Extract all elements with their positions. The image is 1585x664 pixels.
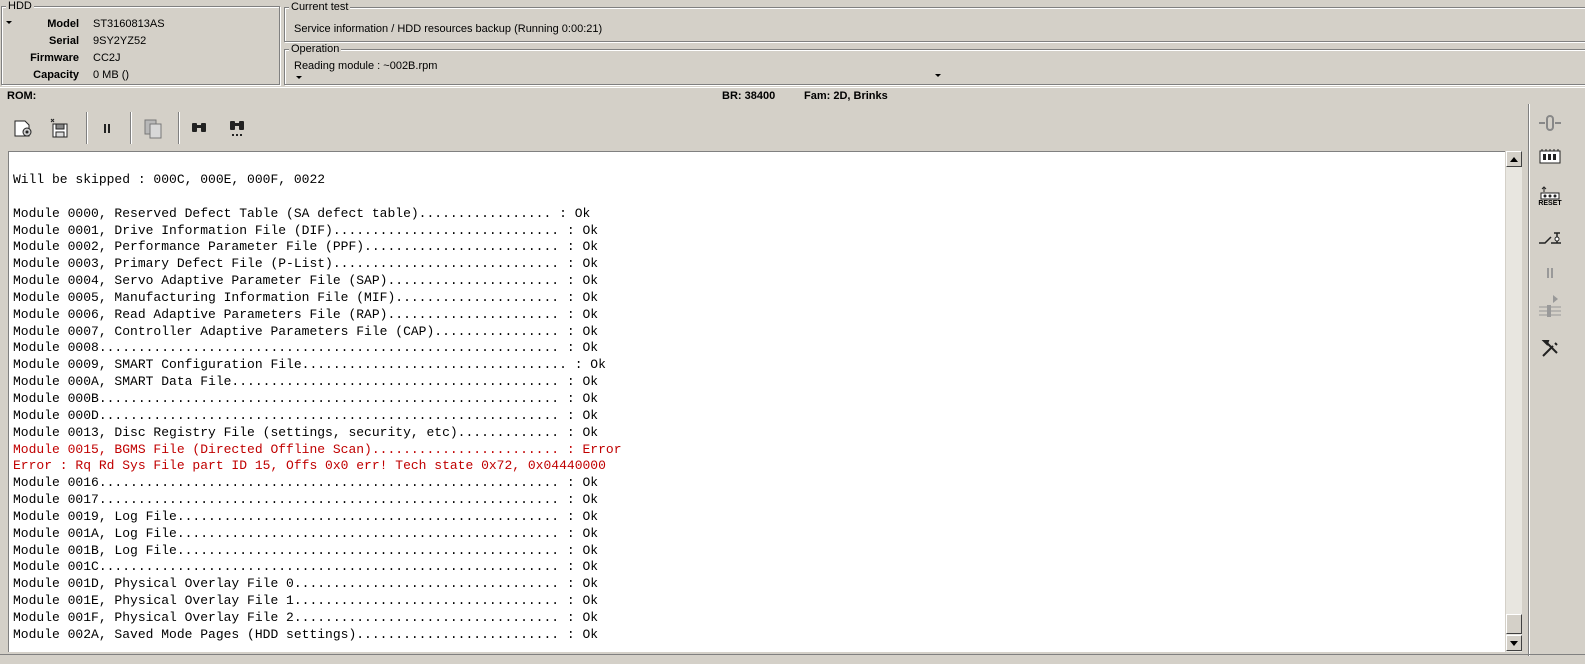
current-test-text: Service information / HDD resources back… bbox=[294, 23, 603, 35]
log-line: Module 000B.............................… bbox=[13, 390, 599, 406]
scroll-down-arrow-icon bbox=[1510, 640, 1518, 646]
power-button[interactable] bbox=[1537, 110, 1563, 136]
current-test-panel: Current test Service information / HDD r… bbox=[284, 1, 1585, 42]
find-next-icon bbox=[230, 121, 244, 136]
hdd-firmware-label: Firmware bbox=[30, 52, 79, 64]
operation-title: Operation bbox=[289, 43, 342, 55]
save-module-button[interactable] bbox=[46, 114, 72, 142]
hdd-serial-label: Serial bbox=[49, 35, 79, 47]
relay-icon bbox=[1539, 232, 1561, 244]
log-line-error: Module 0015, BGMS File (Directed Offline… bbox=[13, 441, 622, 457]
log-line: Module 0017.............................… bbox=[13, 492, 599, 508]
log-line: Module 000D.............................… bbox=[13, 407, 599, 423]
relay-button[interactable] bbox=[1537, 224, 1563, 250]
log-line: Module 001D, Physical Overlay File 0....… bbox=[13, 576, 599, 592]
panel-pause-button[interactable] bbox=[1537, 260, 1563, 286]
copy-icon bbox=[144, 119, 162, 139]
tools-icon bbox=[1541, 340, 1558, 357]
log-vertical-scrollbar[interactable] bbox=[1505, 151, 1522, 652]
scroll-up-arrow-icon bbox=[1510, 156, 1518, 162]
hdd-model-row: Model ST3160813AS bbox=[2, 16, 272, 33]
baud-rate-label: BR: 38400 bbox=[722, 90, 776, 102]
tools-button[interactable] bbox=[1537, 336, 1563, 362]
log-line: Module 0002, Performance Parameter File … bbox=[13, 239, 599, 255]
hdd-firmware-value: CC2J bbox=[93, 52, 121, 64]
pause-button[interactable] bbox=[94, 114, 120, 142]
log-line: Module 0009, SMART Configuration File...… bbox=[13, 357, 606, 373]
hdd-serial-value: 9SY2YZ52 bbox=[93, 35, 147, 47]
operation-left-arrow-icon[interactable] bbox=[296, 76, 302, 79]
log-line: Module 0000, Reserved Defect Table (SA d… bbox=[13, 205, 591, 221]
pause-icon bbox=[104, 124, 110, 133]
log-line: Module 0003, Primary Defect File (P-List… bbox=[13, 256, 599, 272]
operation-panel: Operation Reading module : ~002B.rpm bbox=[284, 43, 1585, 85]
log-line: Module 0007, Controller Adaptive Paramet… bbox=[13, 323, 599, 339]
hdd-info-panel: HDD Model ST3160813AS Serial 9SY2YZ52 Fi… bbox=[1, 0, 280, 85]
log-line: Module 001A, Log File...................… bbox=[13, 525, 599, 541]
log-line-error: Error : Rq Rd Sys File part ID 15, Offs … bbox=[13, 458, 606, 474]
log-line: Module 001E, Physical Overlay File 1....… bbox=[13, 593, 599, 609]
copy-button[interactable] bbox=[140, 114, 166, 142]
reset-button[interactable]: RESET bbox=[1537, 184, 1563, 210]
rom-label: ROM: bbox=[7, 90, 37, 102]
log-line: Module 0013, Disc Registry File (setting… bbox=[13, 424, 599, 440]
power-icon bbox=[1539, 115, 1561, 131]
hdd-panel-title: HDD bbox=[6, 0, 34, 12]
scroll-up-button[interactable] bbox=[1506, 151, 1522, 167]
current-test-title: Current test bbox=[289, 1, 351, 13]
status-bar: ROM: BR: 38400 Fam: 2D, Brinks bbox=[0, 87, 1585, 105]
interface-board-icon bbox=[1539, 149, 1561, 164]
log-output[interactable]: Will be skipped : 000C, 000E, 000F, 0022… bbox=[8, 151, 1505, 652]
hdd-capacity-label: Capacity bbox=[33, 69, 79, 81]
save-module-icon bbox=[50, 118, 68, 138]
log-line: Module 0004, Servo Adaptive Parameter Fi… bbox=[13, 273, 599, 289]
step-icon bbox=[1539, 295, 1561, 317]
toolbar bbox=[4, 108, 1524, 148]
module-settings-button[interactable] bbox=[10, 114, 36, 142]
log-line: Module 002A, Saved Mode Pages (HDD setti… bbox=[13, 626, 599, 642]
log-line: Module 0001, Drive Information File (DIF… bbox=[13, 222, 599, 238]
reset-icon bbox=[1540, 186, 1560, 200]
step-button[interactable] bbox=[1537, 294, 1563, 320]
reset-label: RESET bbox=[1538, 200, 1562, 207]
log-line: Will be skipped : 000C, 000E, 000F, 0022 bbox=[13, 172, 326, 187]
hdd-model-value: ST3160813AS bbox=[93, 18, 165, 30]
operation-text: Reading module : ~002B.rpm bbox=[294, 60, 438, 72]
log-line: Module 0005, Manufacturing Information F… bbox=[13, 289, 599, 305]
interface-board-button[interactable] bbox=[1537, 144, 1563, 170]
log-text: Will be skipped : 000C, 000E, 000F, 0022… bbox=[13, 172, 622, 644]
hdd-serial-row: Serial 9SY2YZ52 bbox=[2, 33, 272, 50]
log-line: Module 001C.............................… bbox=[13, 559, 599, 575]
log-line: Module 0016.............................… bbox=[13, 475, 599, 491]
scroll-down-button[interactable] bbox=[1506, 635, 1522, 651]
panel-pause-icon bbox=[1547, 268, 1553, 278]
find-next-button[interactable] bbox=[224, 114, 250, 142]
log-line: Module 0008.............................… bbox=[13, 340, 599, 356]
find-button[interactable] bbox=[186, 114, 212, 142]
hdd-firmware-row: Firmware CC2J bbox=[2, 50, 272, 67]
hdd-capacity-row: Capacity 0 MB () bbox=[2, 67, 272, 84]
log-line: Module 000A, SMART Data File............… bbox=[13, 374, 599, 390]
log-line: Module 001F, Physical Overlay File 2....… bbox=[13, 609, 599, 625]
find-icon bbox=[192, 123, 206, 132]
log-line: Module 0006, Read Adaptive Parameters Fi… bbox=[13, 306, 599, 322]
log-line: Module 0019, Log File...................… bbox=[13, 508, 599, 524]
right-tool-panel: RESET bbox=[1528, 104, 1569, 656]
log-line: Module 001B, Log File...................… bbox=[13, 542, 599, 558]
operation-dropdown-arrow-icon[interactable] bbox=[935, 74, 941, 77]
hdd-capacity-value: 0 MB () bbox=[93, 69, 130, 81]
scroll-thumb[interactable] bbox=[1506, 614, 1522, 634]
hdd-model-label: Model bbox=[47, 18, 79, 30]
module-settings-icon bbox=[14, 120, 32, 137]
family-label: Fam: 2D, Brinks bbox=[804, 90, 888, 102]
